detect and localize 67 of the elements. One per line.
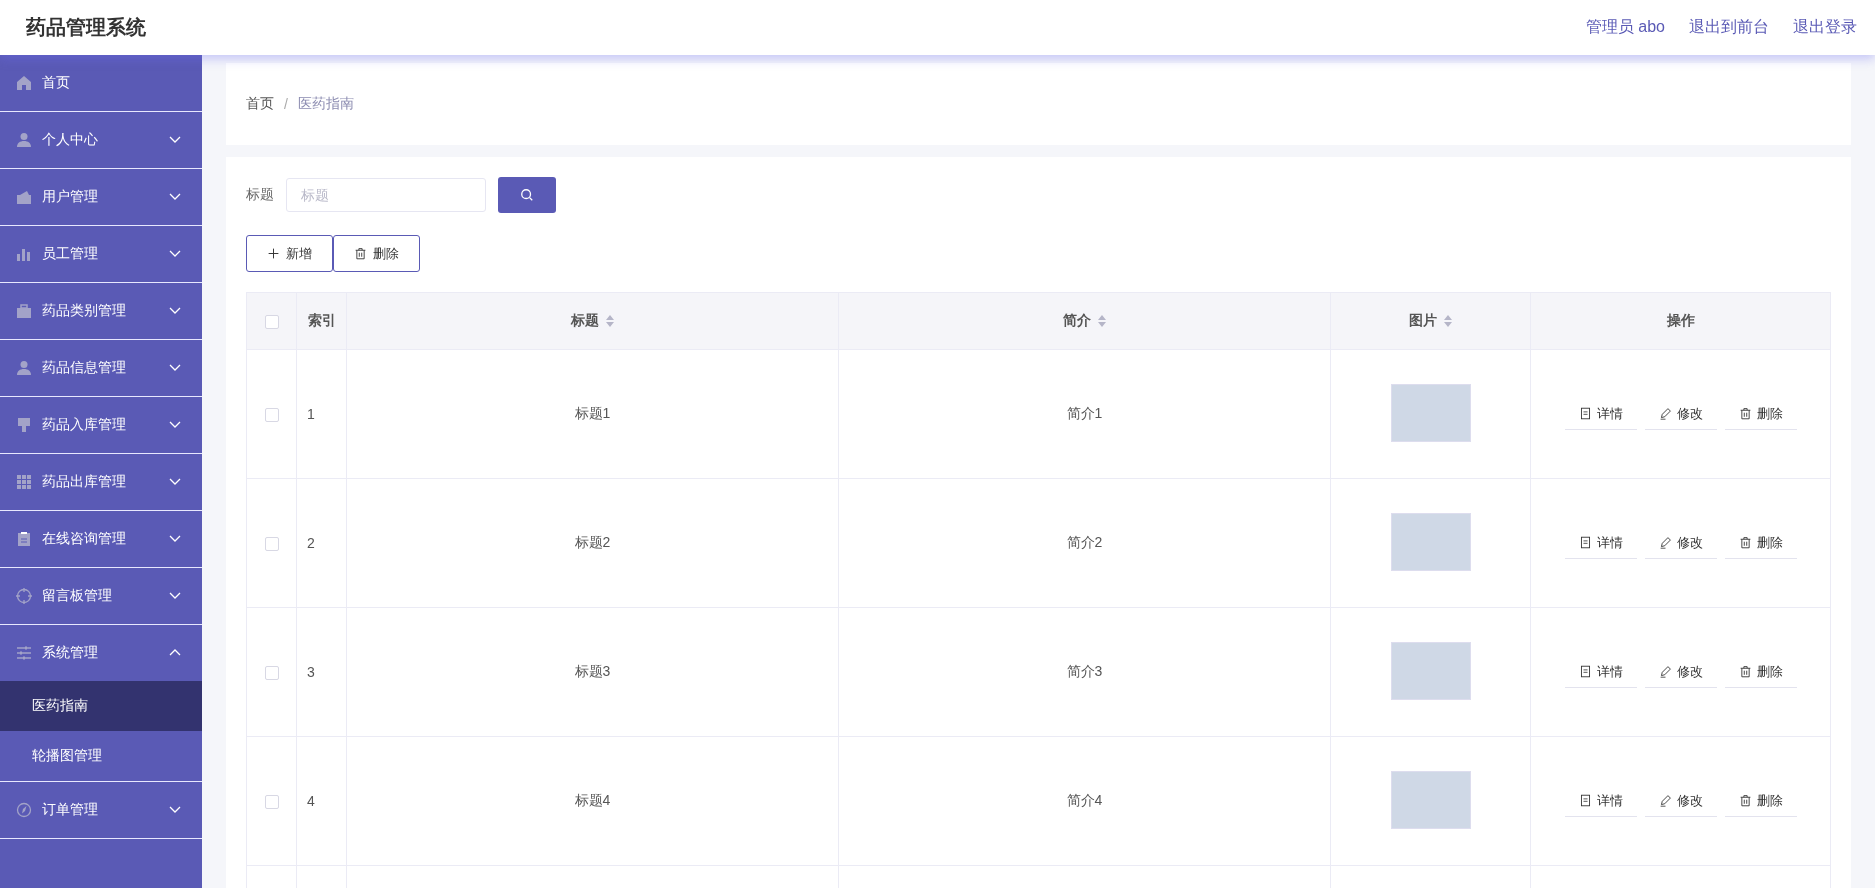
sidebar-item[interactable]: 系统管理 xyxy=(0,625,202,681)
submenu-item[interactable]: 医药指南 xyxy=(0,681,202,731)
table-text: 简介1 xyxy=(1066,405,1103,421)
add-button[interactable]: 新增 xyxy=(246,235,333,272)
index-text: 4 xyxy=(307,793,315,809)
compass-icon xyxy=(16,802,32,818)
pencil-icon xyxy=(1658,794,1672,807)
pencil-icon xyxy=(1658,536,1672,549)
index-text: 3 xyxy=(307,664,315,680)
search-field[interactable]: 标题 xyxy=(286,178,486,212)
clipboard-icon xyxy=(16,531,32,547)
table-text: 标题1 xyxy=(574,405,611,421)
sort-icon xyxy=(604,314,615,328)
trash-icon xyxy=(1738,536,1752,549)
trash-icon xyxy=(1738,407,1752,420)
crosshair-icon xyxy=(16,588,32,604)
sliders-icon xyxy=(16,645,32,661)
table-text: 简介4 xyxy=(1066,792,1103,808)
user-icon xyxy=(16,132,32,148)
header-link[interactable]: 管理员 abo xyxy=(1585,17,1665,38)
grid-icon xyxy=(16,474,32,490)
submenu-item[interactable]: 轮播图管理 xyxy=(0,731,202,781)
plus-icon xyxy=(267,247,280,260)
row-checkbox[interactable] xyxy=(264,537,279,552)
header-link[interactable]: 退出登录 xyxy=(1793,17,1857,38)
row-checkbox[interactable] xyxy=(264,795,279,810)
column-header[interactable]: 简介 xyxy=(1062,312,1107,330)
wallet-icon xyxy=(16,189,32,205)
briefcase-icon xyxy=(16,303,32,319)
pencil-icon xyxy=(1658,665,1672,678)
home-icon xyxy=(16,75,32,91)
document-icon xyxy=(1578,665,1592,678)
document-icon xyxy=(1578,407,1592,420)
column-header[interactable]: 标题 xyxy=(570,312,615,330)
sort-icon xyxy=(1096,314,1107,328)
breadcrumb-separator: / xyxy=(284,96,288,112)
user-icon xyxy=(16,360,32,376)
search-icon xyxy=(520,188,534,202)
document-icon xyxy=(1578,794,1592,807)
delete-button[interactable]: 删除 xyxy=(333,235,420,272)
index-text: 1 xyxy=(307,406,315,422)
row-checkbox[interactable] xyxy=(264,408,279,423)
select-all-checkbox[interactable] xyxy=(264,315,279,330)
trash-icon xyxy=(354,247,367,260)
breadcrumb-link[interactable]: 医药指南 xyxy=(297,95,354,113)
table-text: 标题2 xyxy=(574,534,611,550)
column-header[interactable]: 图片 xyxy=(1408,312,1453,330)
bar-chart-icon xyxy=(16,246,32,262)
index-text: 2 xyxy=(307,535,315,551)
column-header: 操作 xyxy=(1666,312,1695,330)
row-checkbox[interactable] xyxy=(264,666,279,681)
pencil-icon xyxy=(1658,407,1672,420)
search-label: 标题 xyxy=(246,186,274,204)
trash-icon xyxy=(1738,665,1752,678)
table-text: 简介3 xyxy=(1066,663,1103,679)
app-title: 药品管理系统 xyxy=(26,15,146,40)
table-text: 标题4 xyxy=(574,792,611,808)
search-button[interactable] xyxy=(498,177,556,213)
breadcrumb-link[interactable]: 首页 xyxy=(246,95,274,113)
header-link[interactable]: 退出到前台 xyxy=(1689,17,1769,38)
document-icon xyxy=(1578,536,1592,549)
column-header: 索引 xyxy=(307,312,336,330)
sort-icon xyxy=(1442,314,1453,328)
stamp-icon xyxy=(16,417,32,433)
table-text: 标题3 xyxy=(574,663,611,679)
trash-icon xyxy=(1738,794,1752,807)
table-text: 简介2 xyxy=(1066,534,1103,550)
